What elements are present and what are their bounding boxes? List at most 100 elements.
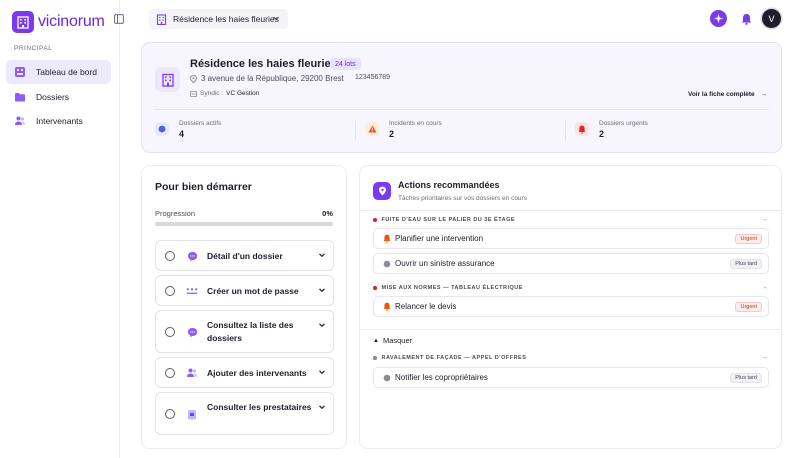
residence-address: 3 avenue de la République, 29200 Brest: [190, 74, 344, 83]
task-file-detail[interactable]: Détail d'un dossier: [155, 240, 334, 271]
lots-badge: 24 lots: [330, 58, 361, 70]
topbar-actions: V: [710, 9, 781, 28]
action-row[interactable]: Planifier une intervention Urgent: [373, 228, 769, 249]
task-label: Créer un mot de passe: [207, 286, 299, 296]
urgency-badge: Urgent: [735, 301, 762, 312]
chevron-down-icon[interactable]: [318, 251, 326, 259]
chevron-down-icon[interactable]: [318, 368, 326, 376]
task-checkbox[interactable]: [165, 409, 175, 419]
stat-urgent-files: Dossiers urgents 2: [575, 120, 648, 139]
actions-subtitle: Tâches prioritaires sur vos dossiers en …: [398, 195, 527, 202]
hide-button[interactable]: ▲ Masquer: [373, 336, 412, 345]
residence-selector[interactable]: Résidence les haies fleuries: [149, 9, 288, 29]
folder-icon: [14, 91, 26, 103]
gray-dot-icon: [382, 373, 391, 382]
map-pin-icon: [373, 182, 391, 200]
action-group-header[interactable]: MISE AUX NORMES — TABLEAU ÉLECTRIQUE →: [373, 283, 768, 293]
urgency-badge: Plus tard: [730, 372, 762, 383]
task-checkbox[interactable]: [165, 368, 175, 378]
task-label: Ajouter des intervenants: [207, 368, 307, 378]
user-avatar[interactable]: V: [762, 9, 781, 28]
sidebar-nav: Tableau de bord Dossiers Intervenants: [6, 60, 111, 134]
sidebar-toggle-icon[interactable]: [114, 14, 126, 26]
map-pin-icon: [190, 74, 198, 83]
warning-icon: [365, 122, 379, 136]
hide-label: Masquer: [382, 336, 413, 345]
status-dot: [373, 356, 377, 360]
action-row[interactable]: Notifier les copropriétaires Plus tard: [373, 367, 769, 388]
action-group-title: MISE AUX NORMES — TABLEAU ÉLECTRIQUE: [381, 285, 523, 291]
progress-label: Progression: [155, 209, 196, 218]
progress-bar: [155, 222, 333, 226]
action-group-header[interactable]: RAVALEMENT DE FAÇADE — APPEL D'OFFRES →: [373, 353, 768, 363]
action-group-title: FUITE D'EAU SUR LE PALIER DU 3E ÉTAGE: [381, 217, 516, 223]
chat-icon: [155, 122, 169, 136]
chevron-down-icon[interactable]: [318, 321, 326, 329]
bell-icon: [382, 234, 391, 243]
sidebar-item-label: Tableau de bord: [36, 67, 97, 77]
chat-bubble-icon: [186, 326, 198, 338]
stat-incidents: Incidents en cours 2: [365, 120, 442, 139]
divider: [360, 210, 781, 211]
residence-selector-label: Résidence les haies fleuries: [173, 14, 279, 24]
sidebar-item-dossiers[interactable]: Dossiers: [6, 85, 111, 109]
task-label: Détail d'un dossier: [207, 251, 283, 261]
task-checkbox[interactable]: [165, 286, 175, 296]
task-add-contractors[interactable]: Ajouter des intervenants: [155, 357, 334, 388]
chevron-down-icon[interactable]: [318, 286, 326, 294]
action-group-title: RAVALEMENT DE FAÇADE — APPEL D'OFFRES: [381, 355, 527, 361]
recommended-actions-card: Actions recommandées Tâches prioritaires…: [359, 165, 782, 449]
sidebar-item-dashboard[interactable]: Tableau de bord: [6, 60, 111, 84]
getting-started-title: Pour bien démarrer: [155, 181, 252, 193]
building-icon: [155, 67, 180, 92]
residence-number: 123456789: [355, 74, 391, 81]
action-label: Planifier une intervention: [395, 234, 484, 243]
urgency-badge: Plus tard: [730, 258, 762, 269]
users-icon: [14, 115, 26, 127]
sidebar-item-label: Intervenants: [36, 116, 83, 126]
view-full-record-link[interactable]: Voir la fiche complète →: [688, 91, 767, 98]
task-label: Consulter les prestataires: [207, 402, 312, 412]
caret-up-icon: ▲: [373, 337, 379, 344]
stat-active-files: Dossiers actifs 4: [155, 120, 221, 139]
task-create-password[interactable]: Créer un mot de passe: [155, 275, 334, 306]
arrow-right-icon[interactable]: →: [761, 284, 768, 291]
password-icon: [186, 285, 198, 297]
divider: [565, 121, 566, 141]
sidebar-item-intervenants[interactable]: Intervenants: [6, 109, 111, 133]
chevron-down-icon: [272, 14, 280, 24]
getting-started-card: Pour bien démarrer Progression 0% Détail…: [141, 165, 347, 449]
app-name: vicinorum: [38, 13, 105, 30]
stat-label: Incidents en cours: [389, 120, 442, 127]
id-card-icon: [190, 90, 197, 97]
task-checkbox[interactable]: [165, 327, 175, 337]
users-icon: [186, 367, 198, 379]
divider: [360, 329, 781, 330]
chevron-down-icon[interactable]: [318, 403, 326, 411]
divider: [154, 109, 769, 110]
ai-assistant-button[interactable]: [710, 10, 727, 27]
app-logo[interactable]: vicinorum: [12, 11, 105, 33]
sidebar-section-label: Principal: [14, 45, 53, 52]
action-row[interactable]: Ouvrir un sinistre assurance Plus tard: [373, 253, 769, 274]
task-view-files-list[interactable]: Consultez la liste des dossiers: [155, 310, 334, 353]
stat-value: 2: [389, 129, 395, 139]
task-view-providers[interactable]: Consulter les prestataires: [155, 392, 334, 435]
notifications-bell-icon[interactable]: [739, 12, 753, 26]
status-dot: [373, 286, 377, 290]
action-label: Ouvrir un sinistre assurance: [395, 259, 495, 268]
building-icon: [156, 13, 167, 25]
action-row[interactable]: Relancer le devis Urgent: [373, 296, 769, 317]
arrow-right-icon[interactable]: →: [761, 216, 768, 223]
action-label: Notifier les copropriétaires: [395, 373, 488, 382]
stat-label: Dossiers urgents: [599, 120, 648, 127]
task-label: Consultez la liste des dossiers: [207, 320, 294, 343]
bell-icon: [382, 302, 391, 311]
residence-name: Résidence les haies fleuries: [190, 58, 337, 70]
action-group-header[interactable]: FUITE D'EAU SUR LE PALIER DU 3E ÉTAGE →: [373, 215, 768, 225]
task-checkbox[interactable]: [165, 251, 175, 261]
sidebar: vicinorum Principal Tableau de bord Doss…: [0, 0, 124, 458]
stat-value: 4: [179, 129, 185, 139]
arrow-right-icon[interactable]: →: [761, 354, 768, 361]
syndic-info: Syndic : VC Gestion: [190, 90, 259, 97]
